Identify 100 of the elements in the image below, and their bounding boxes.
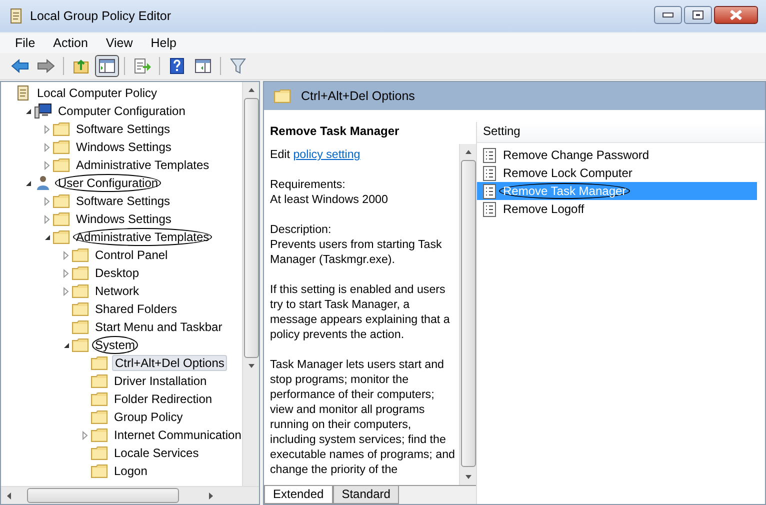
close-icon (729, 10, 743, 20)
scrollbar[interactable] (1, 486, 259, 504)
folder-up-icon (73, 58, 89, 74)
folder-icon (91, 464, 108, 478)
export-list-icon (134, 58, 150, 74)
window-title: Local Group Policy Editor (30, 9, 172, 23)
tree-item[interactable]: Software Settings (74, 193, 172, 209)
list-document-icon (483, 184, 496, 198)
tree-item[interactable]: Computer Configuration (56, 103, 188, 119)
tree-item[interactable]: Local Computer Policy (35, 85, 160, 101)
setting-row[interactable]: Remove Lock Computer (477, 164, 757, 182)
folder-icon (72, 320, 89, 334)
tree-item[interactable]: Folder Redirection (112, 391, 214, 407)
folder-icon (53, 158, 70, 172)
tree-item[interactable]: Windows Settings (74, 139, 174, 155)
maximize-button[interactable] (684, 6, 712, 24)
tree-item[interactable]: Windows Settings (74, 211, 174, 227)
panes-icon (99, 59, 115, 73)
collapsed-arrow-icon[interactable] (44, 124, 50, 134)
folder-icon (53, 122, 70, 136)
expanded-arrow-icon[interactable] (24, 108, 32, 114)
description-text: Prevents users from starting Task Manager (Taskmgr.exe). (270, 237, 443, 267)
menu-item[interactable]: Help (142, 36, 186, 50)
panes-icon (195, 59, 211, 73)
scrollbar[interactable] (459, 144, 476, 485)
edit-label: Edit (270, 148, 290, 161)
tree-item[interactable]: Driver Installation (112, 373, 209, 389)
setting-row[interactable]: Remove Logoff (477, 200, 757, 218)
tree-item[interactable]: Start Menu and Taskbar (93, 319, 224, 335)
scroll-icon (8, 8, 24, 24)
folder-icon (91, 392, 108, 406)
folder-icon (91, 374, 108, 388)
tree-item[interactable]: Control Panel (93, 247, 170, 263)
tab[interactable]: Extended (264, 486, 333, 504)
minimize-icon (662, 12, 674, 18)
folder-icon (91, 356, 108, 370)
folder-icon (53, 212, 70, 226)
folder-icon (72, 284, 89, 298)
tree-item[interactable]: Administrative Templates (74, 157, 212, 173)
left-arrow-icon (11, 59, 29, 73)
setting-row[interactable]: Remove Change Password (477, 146, 757, 164)
menu-item[interactable]: Action (44, 36, 97, 50)
collapsed-arrow-icon[interactable] (44, 160, 50, 170)
folder-icon (91, 410, 108, 424)
description-text: If this setting is enabled and users try to start Task Manager, a message appears explaining that a policy prevents the action. (270, 282, 451, 342)
folder-icon (72, 266, 89, 280)
expanded-arrow-icon[interactable] (24, 180, 32, 186)
close-button[interactable] (714, 6, 758, 24)
tree-button[interactable] (95, 55, 119, 77)
tree-item[interactable]: Logon (112, 463, 150, 479)
tree-item[interactable]: Software Settings (74, 121, 172, 137)
tab[interactable]: Standard (332, 486, 400, 504)
collapsed-arrow-icon[interactable] (44, 196, 50, 206)
scroll-icon (15, 85, 31, 101)
tree-item[interactable]: Internet Communication (112, 427, 242, 443)
folder-icon (274, 89, 291, 103)
collapsed-arrow-icon[interactable] (63, 250, 69, 260)
user-icon (34, 175, 52, 191)
list-document-icon (483, 148, 496, 162)
folder-icon (91, 446, 108, 460)
folder-icon (91, 428, 108, 442)
policy-title: Remove Task Manager (269, 123, 400, 140)
computer-icon (34, 103, 52, 119)
list-document-icon (483, 166, 496, 180)
collapsed-arrow-icon[interactable] (44, 214, 50, 224)
tree-item[interactable]: Ctrl+Alt+Del Options (112, 355, 228, 371)
collapsed-arrow-icon[interactable] (63, 286, 69, 296)
maximize-icon (692, 10, 704, 20)
tree-item[interactable]: Group Policy (112, 409, 185, 425)
folder-icon (53, 140, 70, 154)
tree-item[interactable]: Shared Folders (93, 301, 180, 317)
filter-icon (230, 58, 246, 74)
list-document-icon (483, 202, 496, 216)
help-icon (170, 58, 184, 74)
tree-item[interactable]: Desktop (93, 265, 142, 281)
scrollbar[interactable] (242, 82, 259, 486)
policy-setting-link[interactable]: policy setting (293, 148, 360, 161)
minimize-button[interactable] (654, 6, 682, 24)
folder-icon (72, 302, 89, 316)
description-text: Task Manager lets users start and stop programs; monitor the performance of their computers; view and monitor all programs running on their computers, including system services; find the executable names of programs; and change the priority of the (270, 357, 456, 477)
collapsed-arrow-icon[interactable] (44, 142, 50, 152)
expanded-arrow-icon[interactable] (62, 342, 70, 348)
section-heading: Description: (270, 222, 332, 237)
tree-item[interactable]: System (93, 337, 138, 353)
description-text: At least Windows 2000 (270, 192, 389, 207)
folder-icon (53, 230, 70, 244)
menu-item[interactable]: View (96, 36, 142, 50)
right-arrow-icon (37, 59, 55, 73)
expanded-arrow-icon[interactable] (44, 234, 50, 240)
collapsed-arrow-icon[interactable] (63, 268, 69, 278)
section-heading: Requirements: (270, 177, 346, 192)
collapsed-arrow-icon[interactable] (82, 430, 88, 440)
folder-icon (72, 338, 89, 352)
menu-item[interactable]: File (6, 36, 44, 50)
header-title: Ctrl+Alt+Del Options (301, 89, 415, 103)
tree-item[interactable]: Network (93, 283, 142, 299)
folder-icon (53, 194, 70, 208)
tree-item[interactable]: Locale Services (112, 445, 201, 461)
tree-item[interactable]: User Configuration (56, 175, 160, 191)
tree-item[interactable]: Administrative Templates (74, 229, 212, 245)
